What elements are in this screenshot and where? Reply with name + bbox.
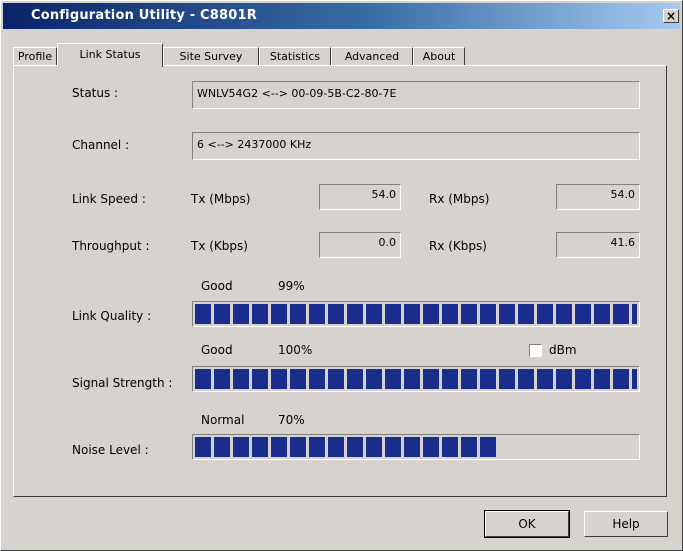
link-speed-rx-value: 54.0 — [556, 184, 640, 210]
link-speed-rx-label: Rx (Mbps) — [429, 192, 490, 206]
throughput-tx-label: Tx (Kbps) — [191, 239, 248, 253]
link-speed-label: Link Speed : — [72, 192, 146, 206]
throughput-tx-value: 0.0 — [319, 232, 401, 258]
help-button[interactable]: Help — [584, 511, 668, 537]
ok-button[interactable]: OK — [484, 510, 570, 538]
dbm-label[interactable]: dBm — [549, 343, 577, 357]
signal-strength-percent: 100% — [278, 343, 313, 357]
link-quality-percent: 99% — [278, 279, 305, 293]
noise-level-percent: 70% — [278, 413, 305, 427]
channel-label: Channel : — [72, 138, 130, 152]
signal-strength-label: Signal Strength : — [72, 376, 173, 390]
noise-level-bar-fill — [195, 437, 496, 457]
tab-profile[interactable]: Profile — [13, 47, 57, 66]
dbm-checkbox[interactable] — [529, 344, 542, 357]
link-quality-bar-fill — [195, 304, 637, 324]
tab-about[interactable]: About — [413, 47, 465, 66]
noise-level-bar — [192, 434, 640, 460]
signal-strength-rating: Good — [201, 343, 233, 357]
tab-site-survey[interactable]: Site Survey — [163, 47, 259, 66]
window-title: Configuration Utility - C8801R — [31, 8, 257, 23]
channel-value: 6 <--> 2437000 KHz — [192, 132, 640, 160]
throughput-label: Throughput : — [72, 239, 150, 253]
noise-level-rating: Normal — [201, 413, 245, 427]
link-quality-rating: Good — [201, 279, 233, 293]
link-speed-tx-label: Tx (Mbps) — [191, 192, 251, 206]
title-bar[interactable]: Configuration Utility - C8801R × — [3, 3, 680, 29]
config-utility-window: Configuration Utility - C8801R × Profile… — [0, 0, 683, 551]
tab-link-status[interactable]: Link Status — [57, 43, 163, 67]
signal-strength-bar-fill — [195, 369, 637, 389]
tab-statistics[interactable]: Statistics — [259, 47, 331, 66]
link-quality-label: Link Quality : — [72, 309, 152, 323]
status-value: WNLV54G2 <--> 00-09-5B-C2-80-7E — [192, 81, 640, 109]
link-status-panel: Status : WNLV54G2 <--> 00-09-5B-C2-80-7E… — [13, 65, 667, 497]
status-label: Status : — [72, 86, 119, 100]
signal-strength-bar — [192, 366, 640, 392]
tab-advanced[interactable]: Advanced — [331, 47, 413, 66]
throughput-rx-label: Rx (Kbps) — [429, 239, 487, 253]
link-quality-bar — [192, 301, 640, 327]
noise-level-label: Noise Level : — [72, 443, 149, 457]
throughput-rx-value: 41.6 — [556, 232, 640, 258]
close-button[interactable]: × — [663, 9, 679, 23]
link-speed-tx-value: 54.0 — [319, 184, 401, 210]
